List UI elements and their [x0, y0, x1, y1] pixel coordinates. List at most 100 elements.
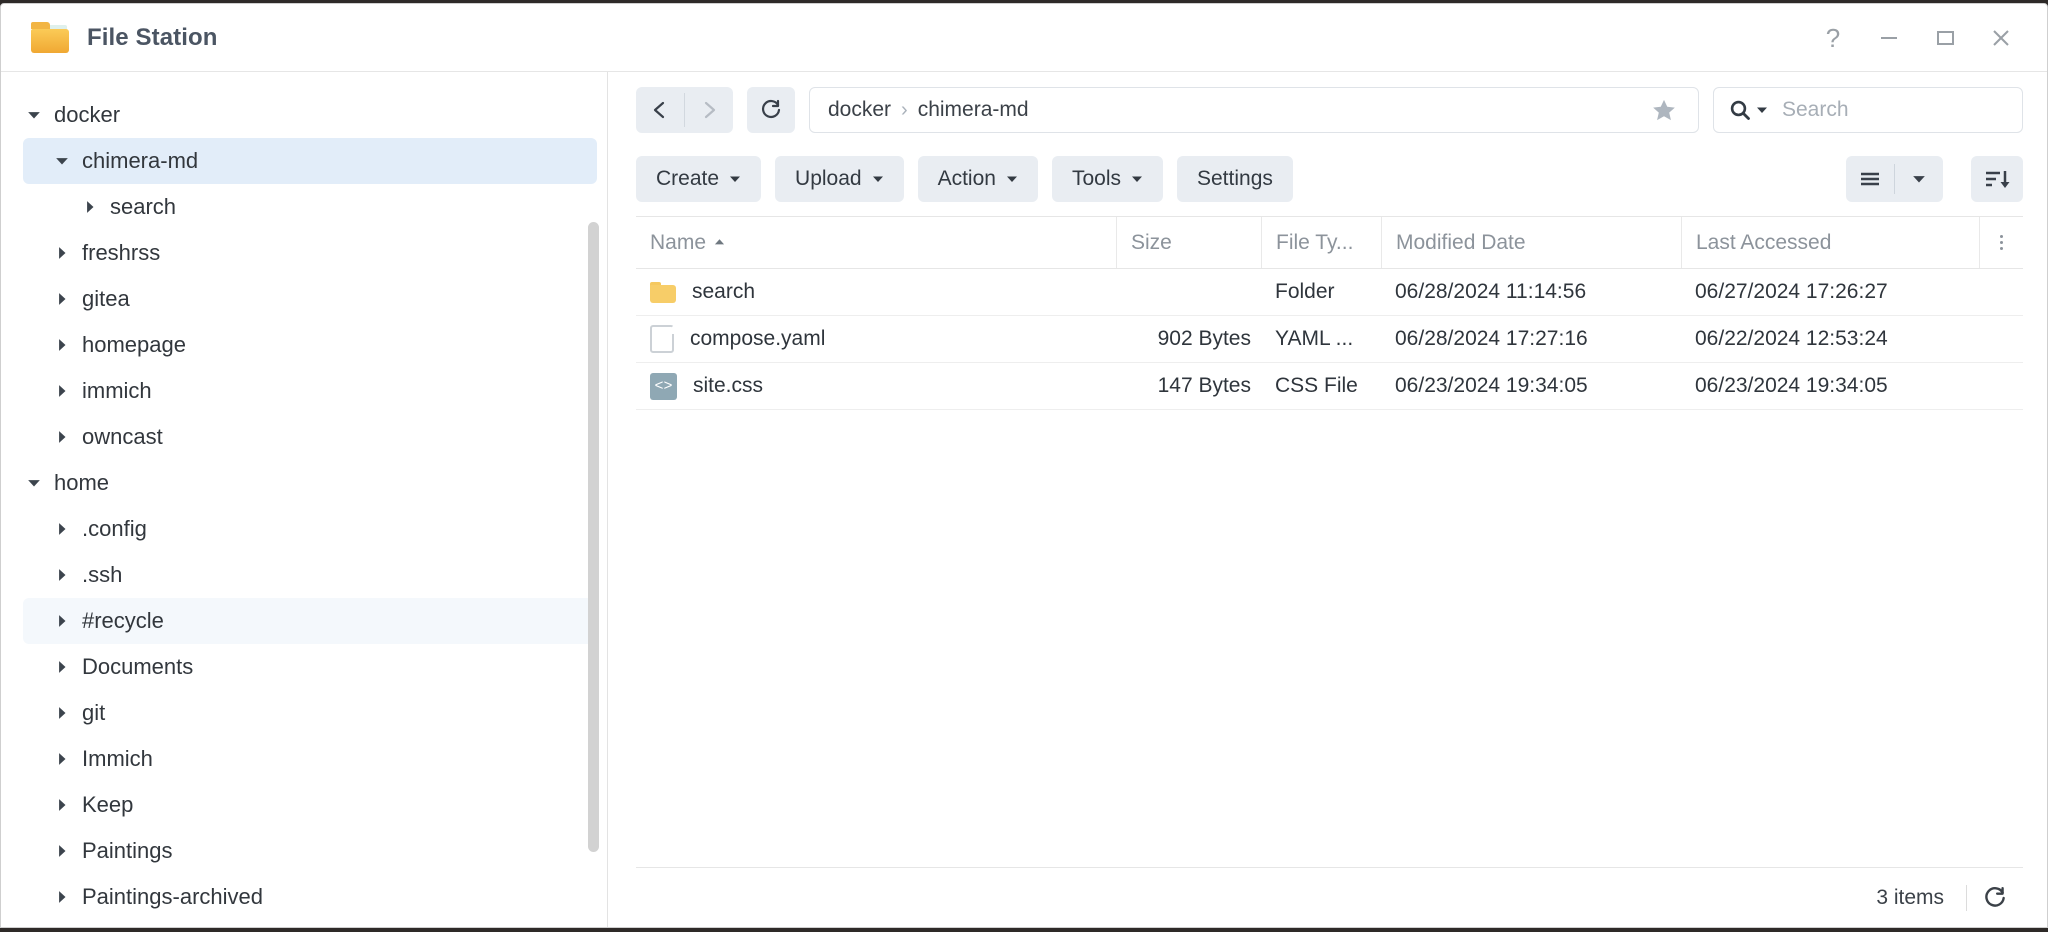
refresh-icon	[1985, 886, 2005, 907]
column-header-type[interactable]: File Ty...	[1261, 217, 1381, 268]
table-row[interactable]: compose.yaml 902 Bytes YAML ... 06/28/2024 …	[636, 316, 2023, 363]
tools-button[interactable]: Tools	[1051, 156, 1163, 202]
tree-item-gitea[interactable]: gitea	[23, 276, 597, 322]
cell-modified-date: 06/23/2024 19:34:05	[1395, 374, 1588, 397]
column-header-label: Last Accessed	[1696, 230, 1832, 254]
cell-last-accessed: 06/22/2024 12:53:24	[1695, 327, 1888, 350]
create-button[interactable]: Create	[636, 156, 762, 202]
breadcrumb-item-docker[interactable]: docker	[828, 98, 891, 122]
tree-item-documents[interactable]: Documents	[23, 644, 597, 690]
tree-item-git[interactable]: git	[23, 690, 597, 736]
column-header-acc[interactable]: Last Accessed	[1681, 217, 1979, 268]
tree-item-immich[interactable]: Immich	[23, 736, 597, 782]
column-header-size[interactable]: Size	[1116, 217, 1261, 268]
maximize-button[interactable]	[1917, 10, 1973, 66]
sidebar-scrollbar[interactable]	[588, 222, 599, 852]
toolbar: Create Upload Action Tools Settings	[608, 148, 2047, 210]
help-button[interactable]: ?	[1805, 10, 1861, 66]
forward-button[interactable]	[685, 87, 733, 133]
cell-last-accessed: 06/27/2024 17:26:27	[1695, 280, 1888, 303]
maximize-icon	[1937, 30, 1954, 45]
breadcrumb[interactable]: docker › chimera-md	[828, 98, 1642, 122]
tree-item-label: Keep	[82, 792, 134, 817]
chevron-down-icon[interactable]	[51, 154, 73, 168]
chevron-right-icon[interactable]	[51, 338, 73, 352]
view-mode-group	[1846, 156, 1943, 202]
tree-item-owncast[interactable]: owncast	[23, 414, 597, 460]
sort-button[interactable]	[1971, 156, 2023, 202]
breadcrumb-item-chimera-md[interactable]: chimera-md	[918, 98, 1029, 122]
tree-item-paintings-archived[interactable]: Paintings-archived	[23, 874, 597, 920]
chevron-right-icon[interactable]	[51, 660, 73, 674]
file-name-label: compose.yaml	[690, 327, 826, 350]
tree-item-label: search	[110, 194, 177, 219]
caret-down-icon	[1913, 176, 1925, 183]
more-options-icon[interactable]	[1979, 217, 2023, 268]
tree-item-freshrss[interactable]: freshrss	[23, 230, 597, 276]
cell-name[interactable]: compose.yaml	[636, 325, 1116, 353]
folder-tree[interactable]: docker chimera-md search freshrss gitea homep…	[1, 72, 607, 927]
tree-item-label: homepage	[82, 332, 186, 357]
tree-item-home[interactable]: home	[23, 460, 597, 506]
chevron-right-icon[interactable]	[51, 384, 73, 398]
list-view-icon	[1861, 172, 1879, 186]
upload-button[interactable]: Upload	[775, 156, 904, 202]
status-refresh-button[interactable]	[1967, 885, 2023, 911]
table-row[interactable]: search Folder 06/28/2024 11:14:56 06/27/202…	[636, 269, 2023, 316]
chevron-left-icon	[653, 101, 665, 119]
chevron-right-icon[interactable]	[51, 844, 73, 858]
chevron-right-icon[interactable]	[51, 246, 73, 260]
search-input[interactable]: Search	[1772, 98, 1849, 122]
status-bar: 3 items	[636, 867, 2023, 927]
tree-item-immich[interactable]: immich	[23, 368, 597, 414]
tree-item-homepage[interactable]: homepage	[23, 322, 597, 368]
chevron-down-icon[interactable]	[23, 108, 45, 122]
tree-item-label: freshrss	[82, 240, 161, 265]
settings-button[interactable]: Settings	[1177, 156, 1293, 202]
chevron-right-icon[interactable]	[51, 798, 73, 812]
search-box[interactable]: Search	[1713, 87, 2023, 133]
refresh-button[interactable]	[747, 87, 795, 133]
chevron-down-icon[interactable]	[23, 476, 45, 490]
minimize-button[interactable]	[1861, 10, 1917, 66]
search-dropdown-caret-icon[interactable]	[1756, 104, 1768, 116]
column-header-mod[interactable]: Modified Date	[1381, 217, 1681, 268]
column-header-name[interactable]: Name	[636, 217, 1116, 268]
tree-item--recycle[interactable]: #recycle	[23, 598, 597, 644]
caret-down-icon	[872, 173, 884, 185]
tree-item-clipped[interactable]	[23, 72, 597, 92]
tree-item-label: Paintings-archived	[82, 884, 263, 909]
file-list-rows[interactable]: search Folder 06/28/2024 11:14:56 06/27/202…	[636, 269, 2023, 867]
tree-item-docker[interactable]: docker	[23, 92, 597, 138]
chevron-right-icon[interactable]	[51, 522, 73, 536]
table-row[interactable]: <> site.css 147 Bytes CSS File 06/23/2024 19…	[636, 363, 2023, 410]
chevron-right-icon[interactable]	[51, 706, 73, 720]
chevron-right-icon[interactable]	[51, 292, 73, 306]
view-mode-dropdown-button[interactable]	[1895, 156, 1943, 202]
tree-item-search[interactable]: search	[23, 184, 597, 230]
tree-item-chimera-md[interactable]: chimera-md	[23, 138, 597, 184]
chevron-right-icon[interactable]	[79, 200, 101, 214]
favorite-button[interactable]	[1642, 88, 1686, 132]
tree-item--config[interactable]: .config	[23, 506, 597, 552]
tree-item-paintings[interactable]: Paintings	[23, 828, 597, 874]
sort-descending-icon	[1986, 171, 2010, 188]
back-button[interactable]	[636, 87, 684, 133]
tree-item--ssh[interactable]: .ssh	[23, 552, 597, 598]
star-icon	[1653, 99, 1675, 121]
minimize-icon	[1881, 36, 1897, 39]
chevron-right-icon[interactable]	[51, 568, 73, 582]
cell-size: 147 Bytes	[1157, 374, 1251, 397]
list-view-button[interactable]	[1846, 156, 1894, 202]
cell-name[interactable]: <> site.css	[636, 372, 1116, 400]
tree-item-keep[interactable]: Keep	[23, 782, 597, 828]
close-button[interactable]	[1973, 10, 2029, 66]
chevron-right-icon[interactable]	[51, 614, 73, 628]
chevron-right-icon[interactable]	[51, 752, 73, 766]
chevron-right-icon[interactable]	[51, 890, 73, 904]
path-bar[interactable]: docker › chimera-md	[809, 87, 1699, 133]
file-list-header: Name Size File Ty... Modified Date Last Acce…	[636, 217, 2023, 269]
action-button[interactable]: Action	[917, 156, 1038, 202]
cell-name[interactable]: search	[636, 280, 1116, 304]
chevron-right-icon[interactable]	[51, 430, 73, 444]
